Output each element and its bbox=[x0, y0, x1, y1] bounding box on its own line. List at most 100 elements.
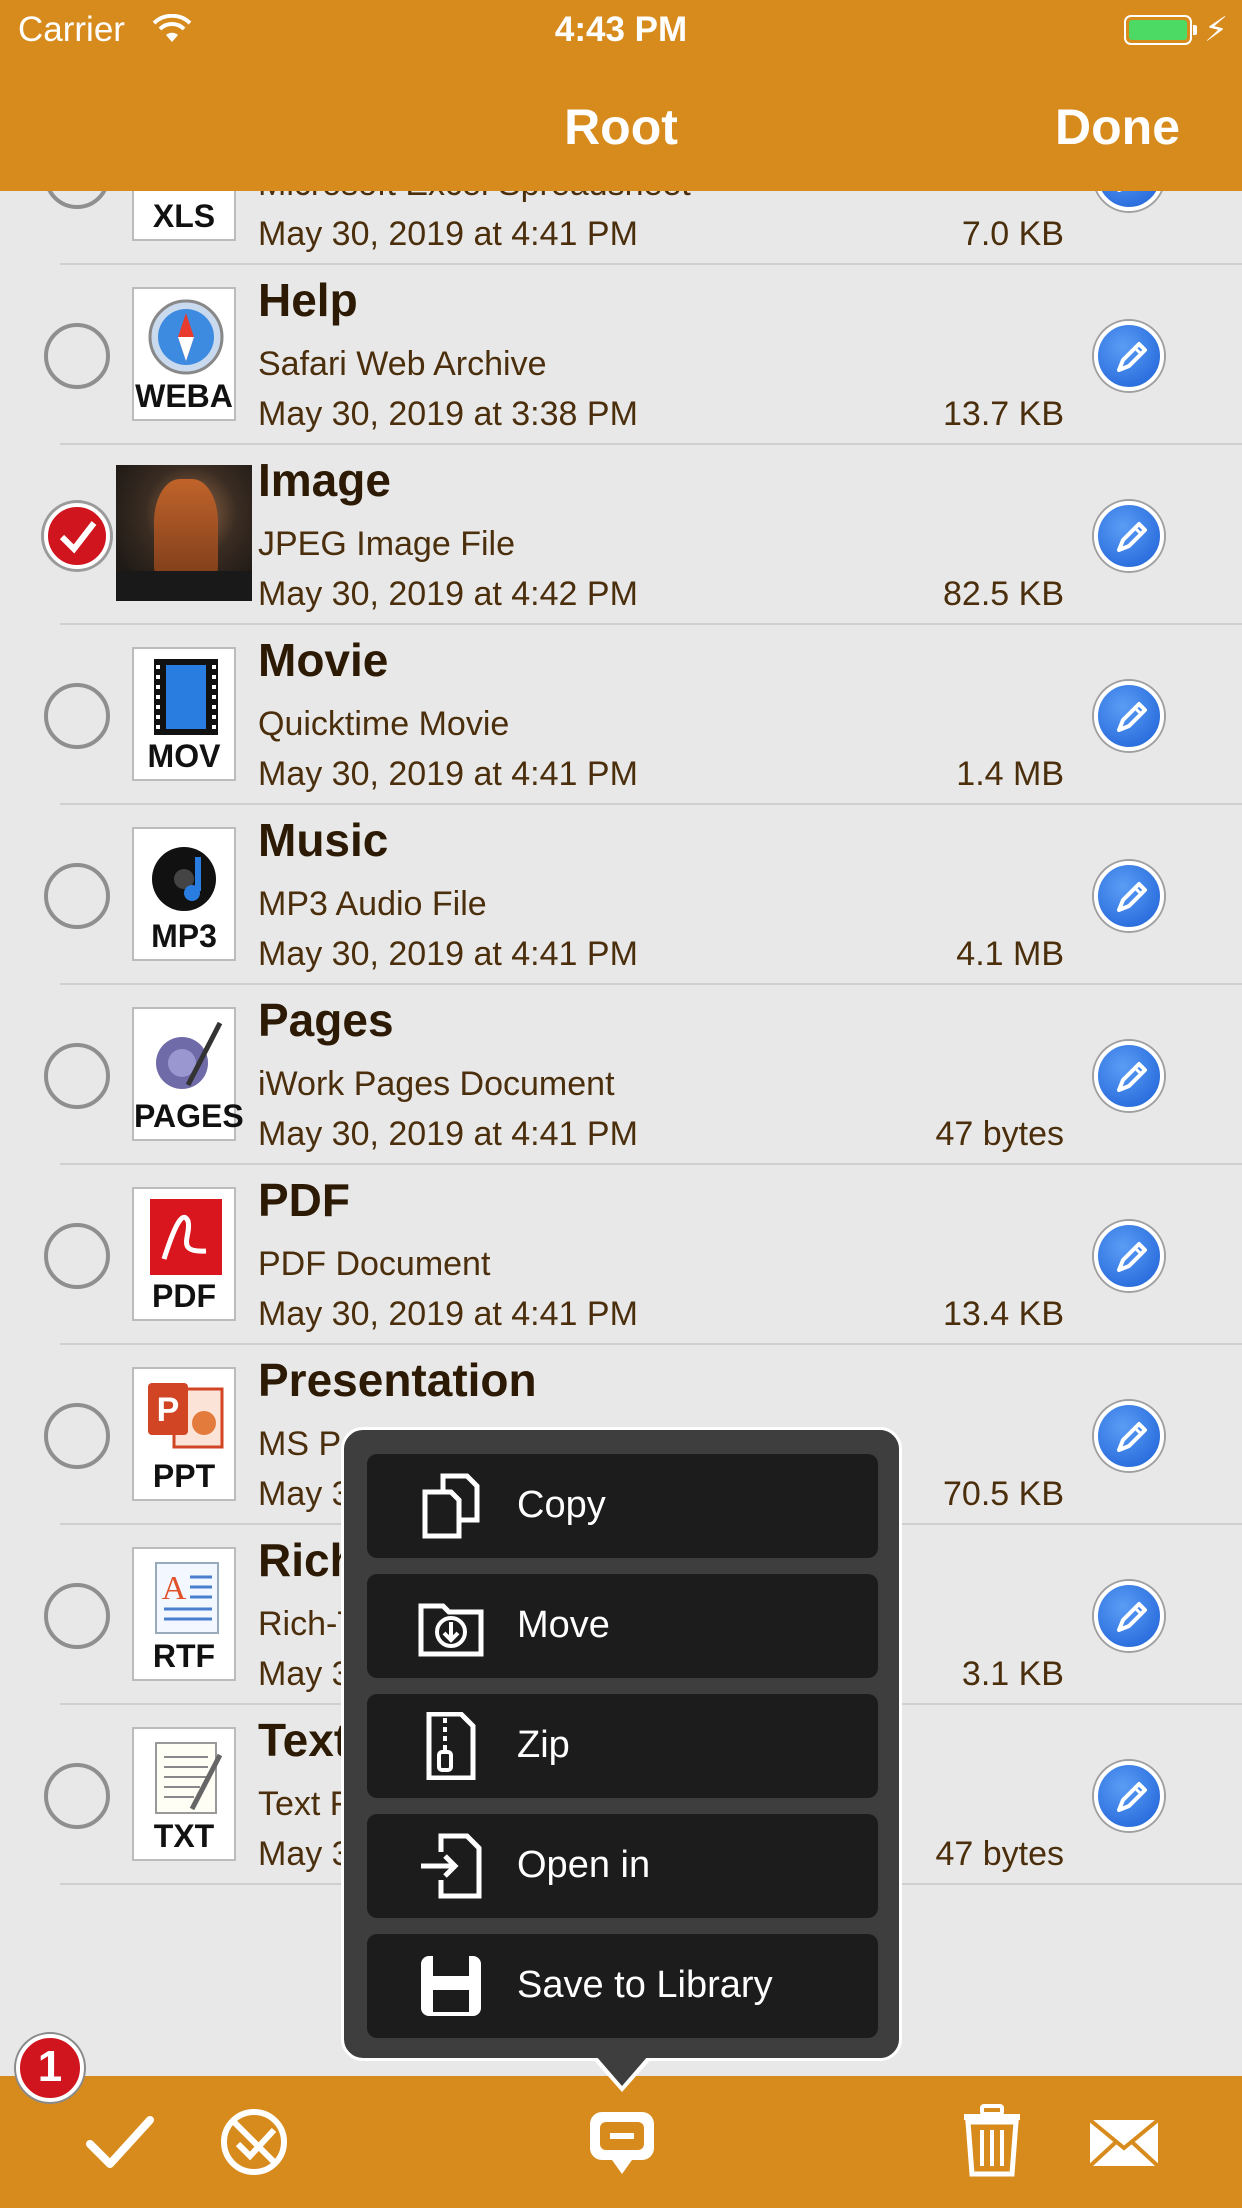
trash-icon[interactable] bbox=[954, 2104, 1030, 2180]
menu-item-zip[interactable]: Zip bbox=[367, 1694, 878, 1798]
file-size: 47 bytes bbox=[935, 1835, 1064, 1873]
edit-pencil-icon[interactable] bbox=[1094, 501, 1164, 571]
file-row[interactable]: MOV Movie Quicktime Movie May 30, 2019 at 4… bbox=[0, 625, 1242, 805]
edit-pencil-icon[interactable] bbox=[1094, 1401, 1164, 1471]
edit-pencil-icon[interactable] bbox=[1094, 321, 1164, 391]
done-button[interactable]: Done bbox=[1055, 98, 1180, 156]
menu-item-copy[interactable]: Copy bbox=[367, 1454, 878, 1558]
file-type-description: JPEG Image File bbox=[258, 525, 515, 563]
actions-menu-icon[interactable] bbox=[584, 2104, 660, 2180]
selection-radio[interactable] bbox=[44, 863, 110, 929]
file-row[interactable]: Image JPEG Image File May 30, 2019 at 4:42… bbox=[0, 445, 1242, 625]
status-bar: Carrier 4:43 PM ⚡ bbox=[0, 0, 1242, 62]
edit-pencil-icon[interactable] bbox=[1094, 1041, 1164, 1111]
zip-icon bbox=[426, 1712, 476, 1780]
file-row[interactable]: PAGES Pages iWork Pages Document May 30, 20… bbox=[0, 985, 1242, 1165]
file-extension-label: PPT bbox=[152, 1458, 216, 1494]
image-thumbnail bbox=[116, 465, 252, 601]
edit-pencil-icon[interactable] bbox=[1094, 1761, 1164, 1831]
music-file-icon: MP3 bbox=[132, 827, 236, 961]
charging-bolt-icon: ⚡ bbox=[1204, 11, 1228, 49]
selection-radio[interactable] bbox=[44, 683, 110, 749]
menu-item-label: Copy bbox=[517, 1484, 606, 1526]
selection-radio[interactable] bbox=[44, 1403, 110, 1469]
file-extension-label: MP3 bbox=[151, 918, 217, 954]
menu-item-label: Save to Library bbox=[517, 1964, 773, 2006]
file-extension-label: TXT bbox=[153, 1818, 215, 1854]
file-row[interactable]: PDF PDF PDF Document May 30, 2019 at 4:41 P… bbox=[0, 1165, 1242, 1345]
file-type-description: Quicktime Movie bbox=[258, 705, 510, 743]
file-type-description: MP3 Audio File bbox=[258, 885, 487, 923]
navigation-header: Carrier 4:43 PM ⚡ Root Done bbox=[0, 0, 1242, 191]
file-size: 47 bytes bbox=[935, 1115, 1064, 1153]
file-date: May 30, 2019 at 4:41 PM bbox=[258, 1295, 638, 1333]
file-name: Movie bbox=[258, 634, 389, 686]
status-time: 4:43 PM bbox=[554, 10, 688, 49]
file-name: PDF bbox=[258, 1174, 350, 1226]
file-date: May 30, 2019 at 4:41 PM bbox=[258, 215, 638, 253]
menu-item-move[interactable]: Move bbox=[367, 1574, 878, 1678]
file-size: 70.5 KB bbox=[943, 1475, 1064, 1513]
file-row[interactable]: MP3 Music MP3 Audio File May 30, 2019 at 4:… bbox=[0, 805, 1242, 985]
edit-pencil-icon[interactable] bbox=[1094, 861, 1164, 931]
file-extension-label: MOV bbox=[147, 738, 221, 774]
file-extension-label: PAGES bbox=[134, 1098, 244, 1134]
file-size: 13.7 KB bbox=[943, 395, 1064, 433]
file-date: May 30, 2019 at 4:41 PM bbox=[258, 1115, 638, 1153]
pdf-file-icon: PDF bbox=[132, 1187, 236, 1321]
powerpoint-file-icon: P PPT bbox=[132, 1367, 236, 1501]
file-size: 3.1 KB bbox=[961, 1655, 1064, 1693]
deselect-all-icon[interactable] bbox=[216, 2104, 292, 2180]
menu-item-label: Zip bbox=[517, 1724, 570, 1766]
file-name: Help bbox=[258, 274, 358, 326]
file-row[interactable]: WEBA Help Safari Web Archive May 30, 2019 a… bbox=[0, 265, 1242, 445]
file-date: May 30, 2019 at 4:41 PM bbox=[258, 755, 638, 793]
mail-icon[interactable] bbox=[1086, 2104, 1162, 2180]
selection-radio[interactable] bbox=[44, 323, 110, 389]
file-size: 13.4 KB bbox=[943, 1295, 1064, 1333]
file-extension-label: WEBA bbox=[135, 378, 233, 414]
actions-popup-menu: Copy Move Zip Open in Save to Library bbox=[341, 1427, 902, 2061]
selection-radio[interactable] bbox=[44, 1043, 110, 1109]
file-extension-label: XLS bbox=[152, 198, 216, 234]
select-all-checkmark-icon[interactable] bbox=[82, 2104, 158, 2180]
file-date: May 30, 2019 at 3:38 PM bbox=[258, 395, 638, 433]
selection-radio[interactable] bbox=[44, 1583, 110, 1649]
selection-checkmark-icon[interactable] bbox=[44, 503, 110, 569]
menu-item-label: Open in bbox=[517, 1844, 651, 1886]
popup-arrow bbox=[596, 2056, 648, 2086]
file-type-description: Safari Web Archive bbox=[258, 345, 547, 383]
edit-pencil-icon[interactable] bbox=[1094, 1581, 1164, 1651]
file-name: Text bbox=[258, 1714, 350, 1766]
open-in-icon bbox=[421, 1833, 482, 1899]
file-date: May 30, 2019 at 4:41 PM bbox=[258, 935, 638, 973]
file-name: Music bbox=[258, 814, 389, 866]
file-name: Presentation bbox=[258, 1354, 537, 1406]
file-size: 7.0 KB bbox=[961, 215, 1064, 253]
move-folder-icon bbox=[418, 1603, 484, 1657]
edit-pencil-icon[interactable] bbox=[1094, 1221, 1164, 1291]
pages-file-icon: PAGES bbox=[132, 1007, 244, 1141]
file-name: Pages bbox=[258, 994, 394, 1046]
menu-item-save-to-library[interactable]: Save to Library bbox=[367, 1934, 878, 2038]
file-type-description: PDF Document bbox=[258, 1245, 491, 1283]
svg-text:P: P bbox=[157, 1391, 180, 1429]
movie-file-icon: MOV bbox=[132, 647, 236, 781]
copy-icon bbox=[422, 1473, 480, 1539]
file-size: 82.5 KB bbox=[943, 575, 1064, 613]
selection-count-badge: 1 bbox=[16, 2034, 84, 2102]
selection-radio[interactable] bbox=[44, 1763, 110, 1829]
battery-icon bbox=[1124, 15, 1197, 45]
rtf-file-icon: A RTF bbox=[132, 1547, 236, 1681]
file-size: 1.4 MB bbox=[956, 755, 1064, 793]
file-size: 4.1 MB bbox=[956, 935, 1064, 973]
selection-radio[interactable] bbox=[44, 1223, 110, 1289]
menu-item-open-in[interactable]: Open in bbox=[367, 1814, 878, 1918]
file-extension-label: RTF bbox=[152, 1638, 216, 1674]
file-name: Image bbox=[258, 454, 391, 506]
file-extension-label: PDF bbox=[152, 1278, 216, 1314]
svg-text:A: A bbox=[162, 1570, 187, 1607]
edit-pencil-icon[interactable] bbox=[1094, 681, 1164, 751]
save-icon bbox=[421, 1956, 481, 2016]
menu-item-label: Move bbox=[517, 1604, 610, 1646]
